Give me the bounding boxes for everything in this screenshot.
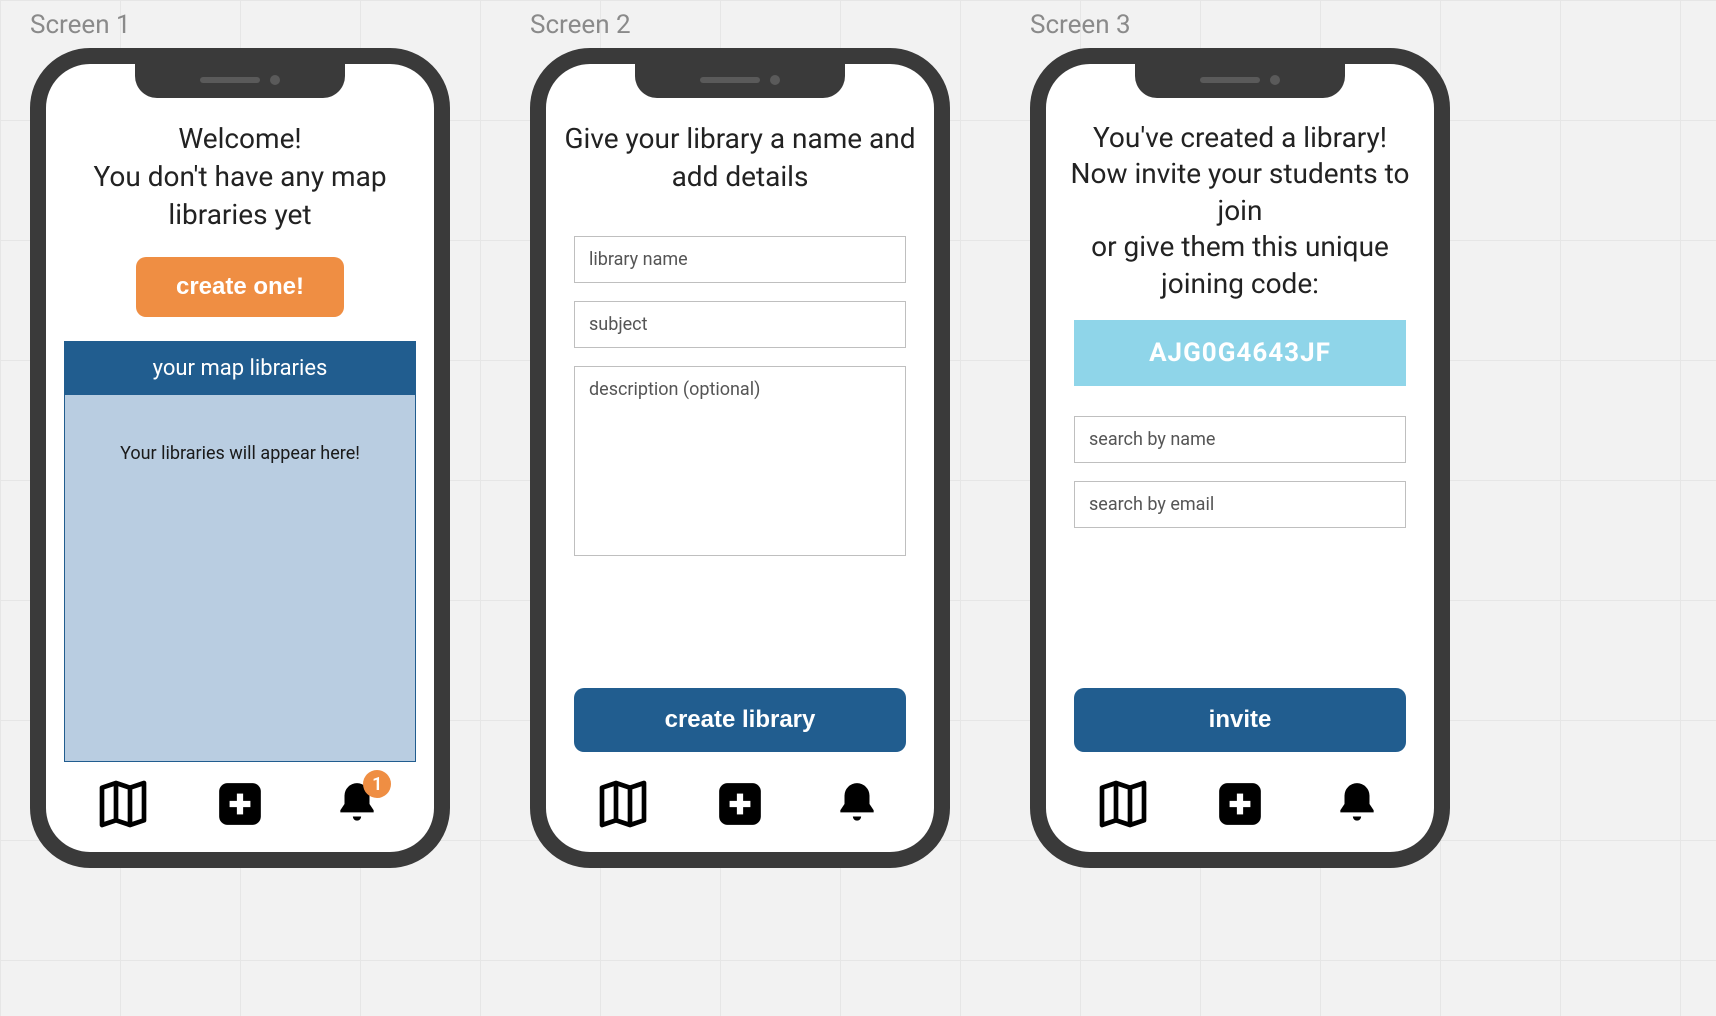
tab-add[interactable] [1210,774,1270,834]
plus-icon [1215,779,1265,829]
phone-frame-1: Welcome!You don't have any map libraries… [30,48,450,868]
tab-notifications[interactable]: 1 [327,774,387,834]
tab-notifications[interactable] [1327,774,1387,834]
bell-icon [832,779,882,829]
phone-notch [135,62,345,98]
screen-3-content: You've created a library! Now invite you… [1046,114,1434,762]
notification-badge: 1 [363,770,391,798]
phone-notch [1135,62,1345,98]
screen-3-label: Screen 3 [1030,10,1470,40]
invite-heading: You've created a library! Now invite you… [1064,120,1416,302]
screen-1-label: Screen 1 [30,10,470,40]
phone-frame-3: You've created a library! Now invite you… [1030,48,1450,868]
screen-2-content: Give your library a name and add details… [546,114,934,762]
screen-1-wrapper: Screen 1 Welcome!You don't have any map … [30,10,470,868]
screen-2-wrapper: Screen 2 Give your library a name and ad… [530,10,970,868]
tab-map[interactable] [593,774,653,834]
tab-map[interactable] [93,774,153,834]
search-name-input[interactable] [1074,416,1406,463]
libraries-panel-empty-text: Your libraries will appear here! [65,395,415,761]
libraries-panel-title: your map libraries [65,342,415,395]
library-name-input[interactable] [574,236,906,283]
tab-notifications[interactable] [827,774,887,834]
subject-input[interactable] [574,301,906,348]
libraries-panel: your map libraries Your libraries will a… [64,341,416,762]
map-icon [1095,776,1151,832]
create-one-button[interactable]: create one! [136,257,344,317]
search-email-input[interactable] [1074,481,1406,528]
tab-bar [546,766,934,842]
tab-add[interactable] [710,774,770,834]
phone-frame-2: Give your library a name and add details… [530,48,950,868]
tab-bar [1046,766,1434,842]
screen-1-content: Welcome!You don't have any map libraries… [46,114,434,762]
plus-icon [715,779,765,829]
library-form-heading: Give your library a name and add details [564,120,916,196]
welcome-heading: Welcome!You don't have any map libraries… [64,120,416,233]
plus-icon [215,779,265,829]
tab-add[interactable] [210,774,270,834]
map-icon [595,776,651,832]
map-icon [95,776,151,832]
tab-map[interactable] [1093,774,1153,834]
screen-3-wrapper: Screen 3 You've created a library! Now i… [1030,10,1470,868]
phone-notch [635,62,845,98]
description-textarea[interactable] [574,366,906,556]
bell-icon [1332,779,1382,829]
invite-button[interactable]: invite [1074,688,1406,752]
joining-code[interactable]: AJG0G4643JF [1074,320,1406,386]
create-library-button[interactable]: create library [574,688,906,752]
tab-bar: 1 [46,766,434,842]
screen-2-label: Screen 2 [530,10,970,40]
